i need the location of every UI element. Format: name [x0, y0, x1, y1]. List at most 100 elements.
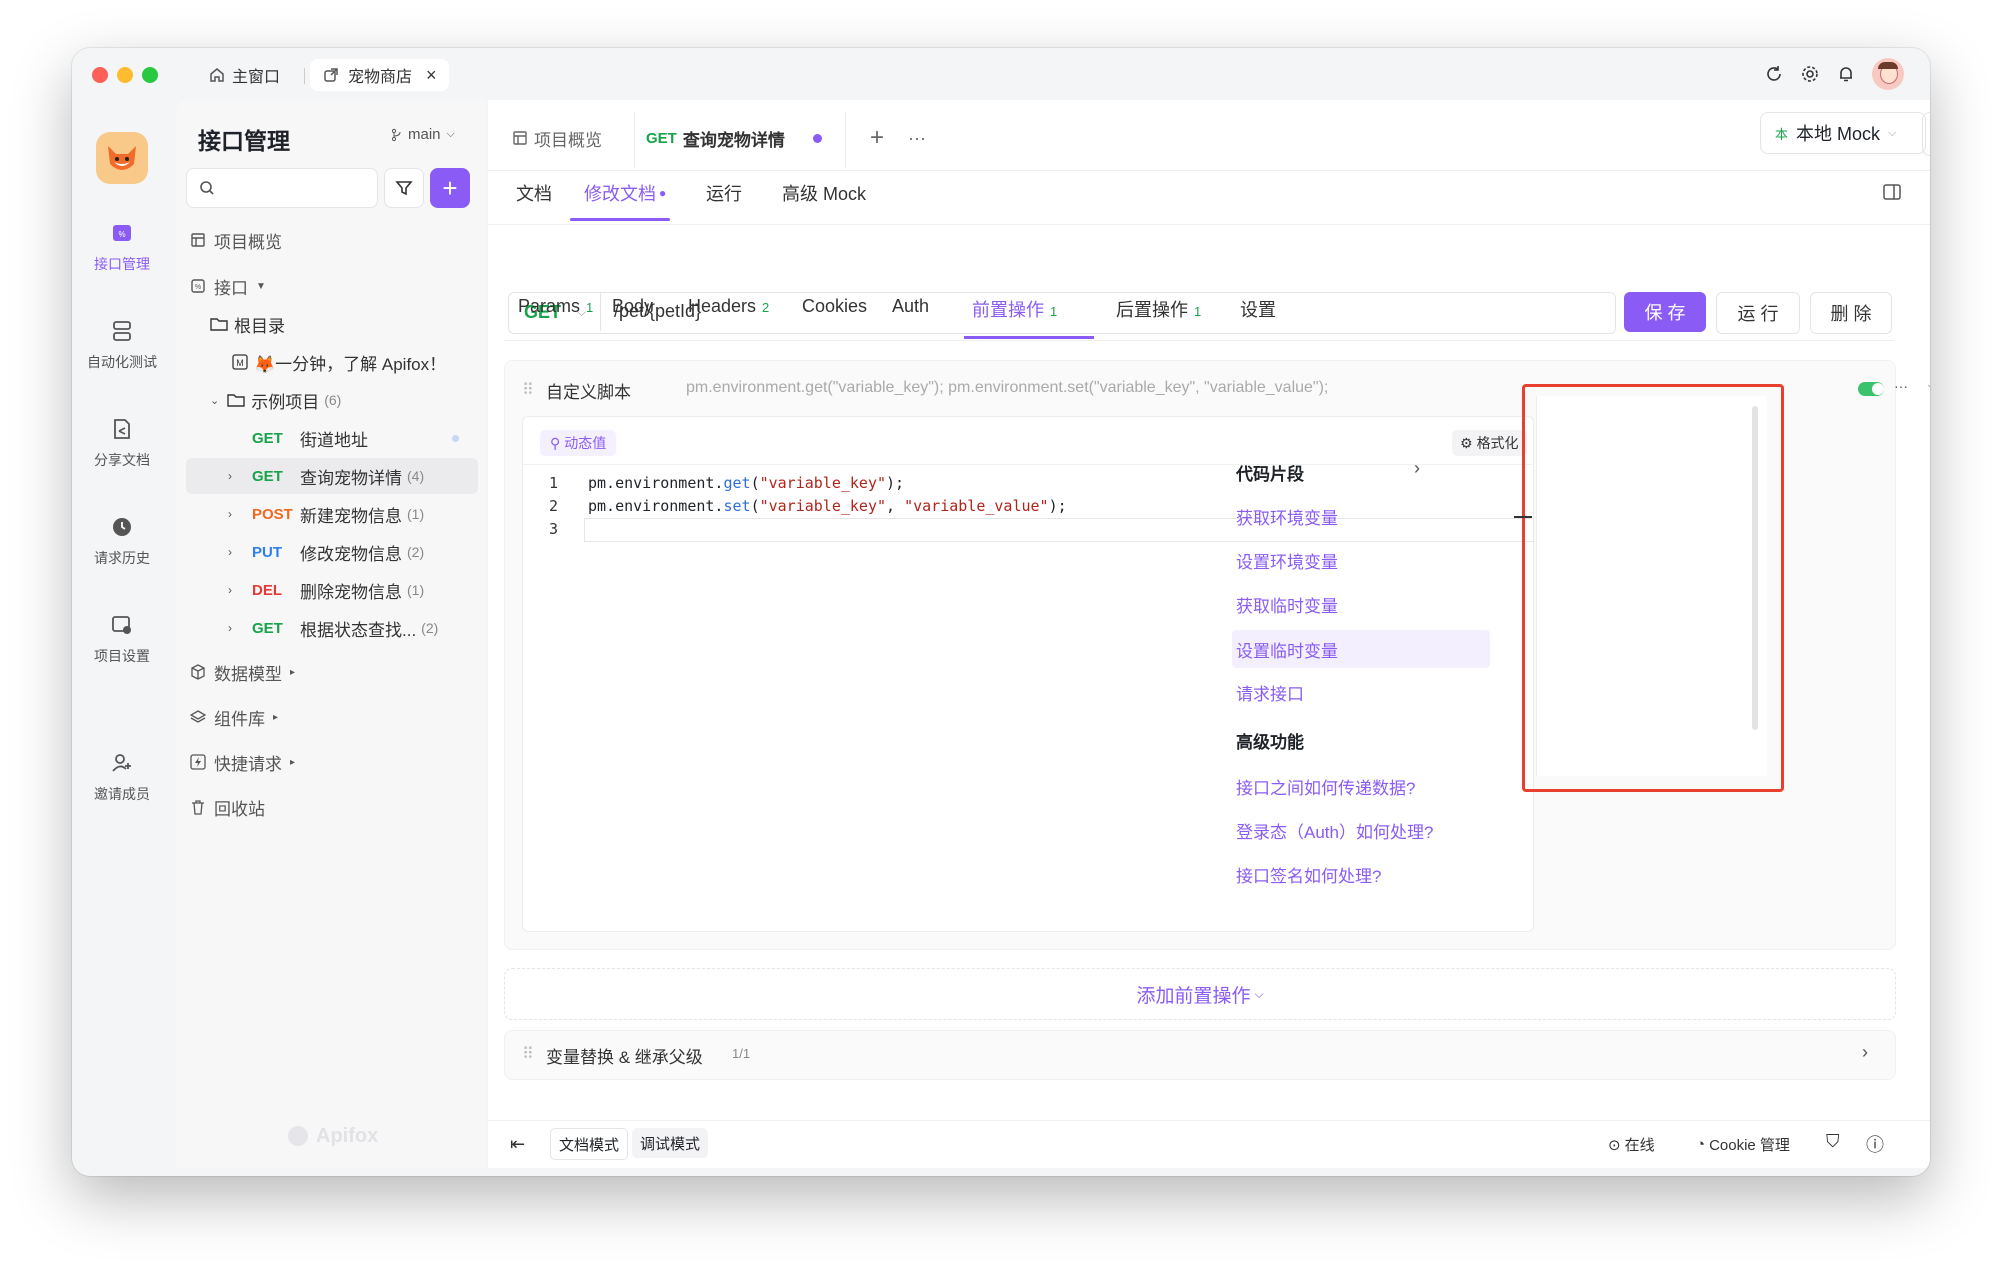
save-button[interactable]: 保 存 — [1624, 292, 1706, 332]
debug-mode-button[interactable]: 调试模式 — [632, 1128, 709, 1158]
sidebar-item-data-models[interactable]: 数据模型 ▸ — [190, 656, 295, 688]
settings-icon[interactable] — [1798, 62, 1822, 86]
online-status[interactable]: ⊙ 在线 — [1608, 1134, 1655, 1155]
chevron-right-icon: › — [228, 545, 232, 559]
method-badge: GET — [646, 129, 677, 147]
minimize-window-button[interactable] — [117, 67, 133, 83]
resize-handle[interactable] — [1514, 516, 1532, 518]
delete-button[interactable]: 删 除 — [1810, 292, 1892, 334]
tab-auth[interactable]: Auth — [892, 296, 929, 336]
search-input[interactable] — [186, 168, 378, 208]
sidebar-item-quick-request[interactable]: 快捷请求 ▸ — [190, 746, 295, 778]
endpoint-count: (2) — [407, 544, 425, 560]
advanced-signature[interactable]: 接口签名如何处理? — [1236, 858, 1381, 890]
bell-icon[interactable] — [1834, 62, 1858, 86]
shirt-icon[interactable]: ⛉ — [1826, 1131, 1840, 1152]
branch-icon — [391, 128, 401, 141]
tab-cookies[interactable]: Cookies — [802, 296, 867, 336]
dynamic-value-button[interactable]: ⚲ 动态值 — [540, 430, 617, 456]
menu-button[interactable] — [1922, 112, 1930, 156]
caret-right-icon: ▸ — [290, 756, 296, 768]
tab-active-endpoint[interactable]: GET 查询宠物详情 — [646, 112, 822, 164]
drag-handle-icon[interactable]: ⠿ — [522, 380, 534, 400]
add-tab-button[interactable]: + — [870, 112, 884, 164]
sidebar-item-recycle[interactable]: 回收站 — [190, 791, 265, 823]
rail-item-share-doc[interactable]: 分享文档 — [72, 414, 172, 470]
run-button[interactable]: 运 行 — [1716, 292, 1800, 334]
rail-item-invite-label: 邀请成员 — [94, 786, 150, 802]
format-button[interactable]: ⚙ 格式化 — [1452, 430, 1527, 456]
tab-auth-label: Auth — [892, 296, 930, 316]
endpoint-count: (1) — [407, 582, 425, 598]
close-tab-button[interactable]: × — [426, 65, 437, 86]
folder-icon — [210, 318, 228, 331]
add-button[interactable]: + — [430, 168, 470, 208]
filter-button[interactable] — [384, 168, 424, 208]
more-options-icon[interactable]: ··· — [1894, 378, 1908, 394]
zoom-window-button[interactable] — [142, 67, 158, 83]
rail-item-api[interactable]: % 接口管理 — [72, 218, 172, 274]
tab-body[interactable]: Body — [612, 296, 653, 336]
project-logo[interactable] — [96, 132, 148, 184]
endpoint-item[interactable]: › PUT 修改宠物信息 (2) — [228, 536, 424, 568]
rail-item-project-settings[interactable]: 项目设置 — [72, 610, 172, 666]
endpoint-count: (1) — [407, 506, 425, 522]
scrollbar[interactable] — [1752, 406, 1758, 730]
branch-selector[interactable]: main ⌵ — [390, 126, 455, 143]
tab-params[interactable]: Params 1 — [518, 296, 593, 336]
refresh-icon[interactable] — [1762, 62, 1786, 86]
snippet-get-temp[interactable]: 获取临时变量 — [1236, 588, 1338, 620]
endpoint-item[interactable]: GET 街道地址 — [252, 422, 459, 454]
tab-settings[interactable]: 设置 — [1240, 296, 1276, 336]
subtab-edit[interactable]: 修改文档 ● — [584, 180, 666, 220]
tab-active-label: 查询宠物详情 — [682, 130, 785, 150]
tab-pre-processors[interactable]: 前置操作 1 — [972, 296, 1057, 336]
tab-headers[interactable]: Headers 2 — [688, 296, 769, 336]
more-tabs-button[interactable]: ··· — [908, 112, 926, 164]
rail-item-automation[interactable]: 自动化测试 — [72, 316, 172, 372]
sidebar-item-example[interactable]: ⌄ 示例项目 (6) — [210, 384, 341, 416]
chevron-right-icon[interactable]: › — [1414, 458, 1420, 479]
rail-item-history[interactable]: 请求历史 — [72, 512, 172, 568]
subtab-doc[interactable]: 文档 — [516, 180, 552, 220]
tab-overview[interactable]: 项目概览 — [512, 112, 602, 164]
endpoint-item[interactable]: › POST 新建宠物信息 (1) — [228, 498, 424, 530]
collapse-sidebar-icon[interactable]: ⇤ — [510, 1134, 525, 1155]
layers-icon — [190, 710, 206, 723]
chevron-down-icon[interactable]: ⌵ — [1928, 378, 1930, 394]
endpoint-item[interactable]: › DEL 删除宠物信息 (1) — [228, 574, 424, 606]
enable-toggle[interactable] — [1858, 382, 1884, 396]
env-selector[interactable]: 本 本地 Mock ⌵ — [1760, 112, 1926, 154]
subtab-mock[interactable]: 高级 Mock — [782, 180, 866, 220]
add-pre-processor-button[interactable]: 添加前置操作 ⌵ — [504, 968, 1896, 1020]
snippet-set-temp[interactable]: 设置临时变量 — [1236, 633, 1338, 665]
snippet-get-env[interactable]: 获取环境变量 — [1236, 500, 1338, 532]
var-replace-row[interactable] — [504, 1030, 1896, 1080]
close-window-button[interactable] — [92, 67, 108, 83]
sidebar-item-root[interactable]: 根目录 — [210, 308, 285, 340]
help-icon[interactable]: ⓘ — [1866, 1131, 1884, 1157]
snippet-set-env[interactable]: 设置环境变量 — [1236, 544, 1338, 576]
subtab-run[interactable]: 运行 — [706, 180, 742, 220]
endpoint-item-selected[interactable]: › GET 查询宠物详情 (4) — [228, 460, 424, 492]
endpoint-item[interactable]: › GET 根据状态查找... (2) — [228, 612, 438, 644]
advanced-auth[interactable]: 登录态（Auth）如何处理? — [1236, 814, 1433, 846]
line-number: 1 — [548, 474, 558, 492]
sidebar-item-components[interactable]: 组件库 ▸ — [190, 701, 278, 733]
sidebar-item-overview[interactable]: 项目概览 — [190, 224, 282, 256]
avatar[interactable] — [1872, 58, 1904, 90]
layout-toggle-icon[interactable] — [1882, 182, 1906, 206]
snippet-request[interactable]: 请求接口 — [1236, 676, 1304, 708]
tab-main-window[interactable]: 主窗口 — [208, 59, 280, 91]
sidebar-item-intro[interactable]: M 🦊一分钟，了解 Apifox！ — [232, 346, 446, 378]
tab-pet-store[interactable]: 宠物商店 × — [310, 59, 449, 91]
sidebar-item-apis-label: 接口 — [214, 278, 248, 298]
cookie-manager[interactable]: ◔ Cookie 管理 — [1696, 1134, 1790, 1155]
advanced-pass-data[interactable]: 接口之间如何传递数据? — [1236, 770, 1415, 802]
doc-mode-button[interactable]: 文档模式 — [550, 1128, 629, 1160]
drag-handle-icon[interactable]: ⠿ — [522, 1044, 534, 1064]
rail-item-invite[interactable]: 邀请成员 — [72, 748, 172, 804]
chevron-right-icon[interactable]: › — [1862, 1042, 1868, 1063]
tab-post-processors[interactable]: 后置操作 1 — [1116, 296, 1201, 336]
sidebar-item-apis[interactable]: % 接口 ▼ — [190, 270, 266, 302]
